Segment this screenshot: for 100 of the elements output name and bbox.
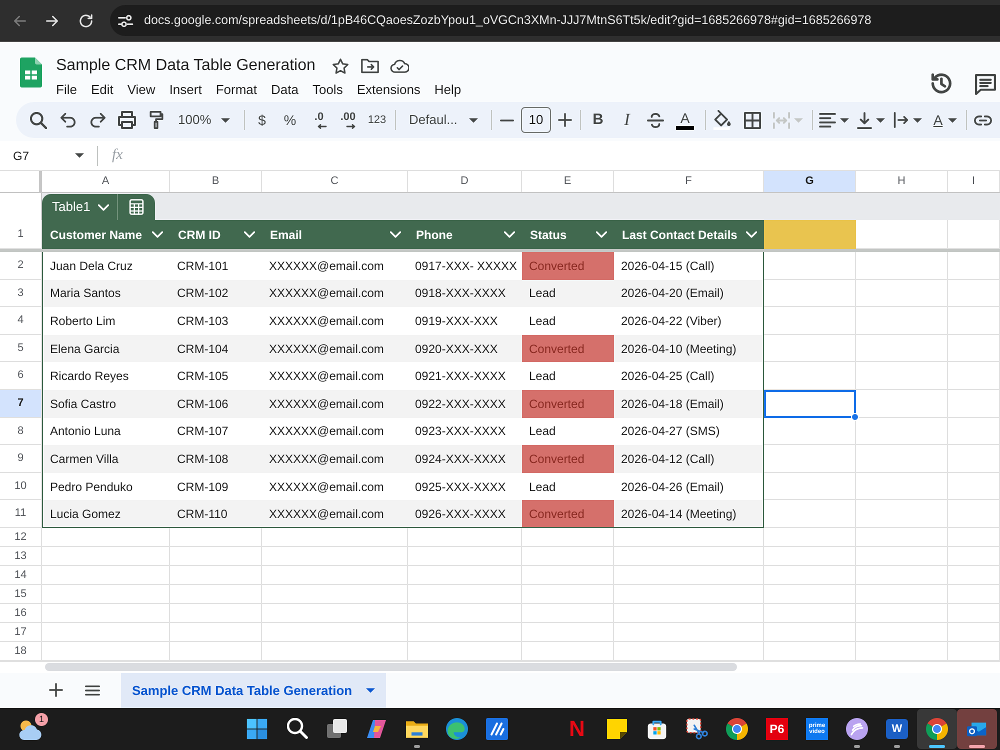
app-tile[interactable]: W — [886, 718, 908, 739]
wave-logo-icon[interactable] — [446, 718, 468, 740]
table-name-button[interactable]: Table1 — [42, 194, 118, 220]
increase-decimal-button[interactable]: .00 — [334, 106, 362, 134]
slashes-tile-icon[interactable] — [486, 718, 508, 740]
row-header[interactable]: 8 — [0, 418, 42, 446]
scissors-icon[interactable] — [686, 718, 708, 740]
row-header[interactable]: 14 — [0, 566, 42, 585]
highlighted-cell[interactable] — [764, 220, 856, 249]
bold-button[interactable]: B — [585, 106, 611, 134]
arrow-down-line-icon[interactable] — [857, 112, 872, 128]
menu-item[interactable]: Data — [264, 82, 306, 96]
chevron-down-icon[interactable] — [746, 231, 757, 238]
folder-icon[interactable] — [406, 718, 428, 739]
menu-item[interactable]: Help — [427, 82, 468, 96]
font-size-field[interactable]: 10 — [521, 107, 551, 133]
row-header[interactable]: 13 — [0, 546, 42, 566]
overlapping-squares-icon[interactable] — [326, 718, 348, 740]
reload-icon[interactable] — [77, 12, 95, 30]
address-bar[interactable]: docs.google.com/spreadsheets/d/1pB46CQaoesZozbYpou1_oVGCn3XMn-JJJ7MtnS6Tt5k/edit?gid=1685266978#gid=1685266978 — [110, 5, 1000, 36]
row-header[interactable]: 3 — [0, 280, 42, 308]
caret-icon[interactable] — [221, 118, 230, 122]
font-dropdown[interactable]: Defaul... — [400, 106, 486, 134]
row-header[interactable]: 16 — [0, 604, 42, 623]
menu-item[interactable]: File — [49, 82, 84, 96]
swirl-ball-icon[interactable] — [846, 718, 868, 740]
taskbar-button[interactable] — [957, 708, 997, 749]
arrow-left-icon[interactable] — [317, 124, 327, 128]
caret-icon[interactable] — [75, 153, 84, 158]
row-header[interactable]: 11 — [0, 500, 42, 528]
sticky-note-icon[interactable] — [607, 718, 627, 739]
align-left-icon[interactable] — [819, 112, 836, 128]
column-header[interactable]: H — [856, 171, 948, 192]
column-header[interactable]: D — [408, 171, 522, 192]
caret-icon[interactable] — [840, 118, 849, 122]
redo-icon[interactable] — [90, 112, 106, 128]
chevron-down-icon[interactable] — [504, 231, 515, 238]
cloud-check-icon[interactable] — [390, 58, 410, 74]
decrease-decimal-button[interactable]: .0 — [305, 106, 333, 134]
history-icon[interactable] — [931, 73, 953, 95]
row-header[interactable]: 15 — [0, 584, 42, 604]
column-header[interactable]: E — [522, 171, 614, 192]
arrow-right-icon[interactable] — [346, 124, 356, 128]
undo-icon[interactable] — [60, 112, 76, 128]
menu-item[interactable]: Insert — [162, 82, 209, 96]
add-sheet-icon[interactable] — [49, 683, 63, 698]
menu-item[interactable]: Extensions — [350, 82, 428, 96]
row-header[interactable]: 1 — [0, 220, 42, 249]
row-header[interactable]: 9 — [0, 445, 42, 473]
sliders-icon[interactable] — [118, 12, 134, 28]
caret-icon[interactable] — [469, 118, 478, 122]
menu-item[interactable]: Format — [208, 82, 264, 96]
four-tiles-icon[interactable] — [246, 718, 268, 740]
percent-button[interactable]: % — [276, 106, 304, 134]
column-header[interactable]: B — [170, 171, 262, 192]
column-header[interactable]: G — [764, 171, 856, 192]
row-header[interactable]: 4 — [0, 307, 42, 335]
document-title[interactable]: Sample CRM Data Table Generation — [56, 58, 316, 74]
currency-button[interactable]: $ — [249, 106, 275, 134]
ribbon-logo-icon[interactable] — [366, 718, 388, 740]
chevron-down-icon[interactable] — [152, 231, 163, 238]
column-header[interactable]: I — [948, 171, 1000, 192]
menu-item[interactable]: Tools — [305, 82, 350, 96]
caret-icon[interactable] — [912, 118, 922, 122]
name-box[interactable]: G7 — [8, 144, 92, 168]
row-header[interactable]: 6 — [0, 362, 42, 390]
strikethrough-icon[interactable] — [646, 112, 664, 128]
app-tile[interactable]: P6 — [766, 718, 788, 740]
chevron-down-icon[interactable] — [244, 231, 255, 238]
grid-icon[interactable] — [744, 112, 760, 128]
circular-logo-icon[interactable] — [926, 718, 948, 740]
row-header[interactable]: 2 — [0, 252, 42, 280]
folder-arrow-icon[interactable] — [361, 58, 380, 74]
caret-icon[interactable] — [876, 118, 885, 122]
table-grid-icon[interactable] — [129, 199, 144, 215]
star-icon[interactable] — [332, 58, 350, 74]
paint-bucket-icon[interactable] — [712, 110, 732, 130]
letter-logo[interactable]: N — [569, 718, 585, 740]
row-header[interactable]: 5 — [0, 334, 42, 362]
zoom-dropdown[interactable]: 100% — [172, 106, 236, 134]
text-color-button[interactable]: A — [672, 106, 698, 134]
row-header[interactable]: 10 — [0, 472, 42, 500]
row-header[interactable]: 7 — [0, 390, 42, 418]
fill-handle-icon[interactable] — [851, 412, 859, 421]
chevron-down-icon[interactable] — [596, 231, 607, 238]
sheet-tab[interactable]: Sample CRM Data Table Generation — [121, 672, 386, 708]
horizontal-scrollbar-thumb[interactable] — [45, 663, 737, 672]
column-header[interactable]: C — [262, 171, 408, 192]
search-icon[interactable] — [286, 718, 308, 740]
comment-icon[interactable] — [975, 74, 996, 94]
taskbar-button[interactable] — [917, 708, 957, 749]
bar-arrow-icon[interactable] — [892, 112, 908, 128]
link-icon[interactable] — [974, 114, 992, 126]
circular-logo-icon[interactable] — [726, 718, 748, 740]
menu-icon[interactable] — [84, 684, 100, 696]
chevron-down-icon[interactable] — [390, 231, 401, 238]
minus-icon[interactable] — [500, 118, 514, 122]
menu-item[interactable]: View — [120, 82, 162, 96]
caret-icon[interactable] — [366, 688, 376, 693]
italic-button[interactable]: I — [614, 106, 640, 134]
